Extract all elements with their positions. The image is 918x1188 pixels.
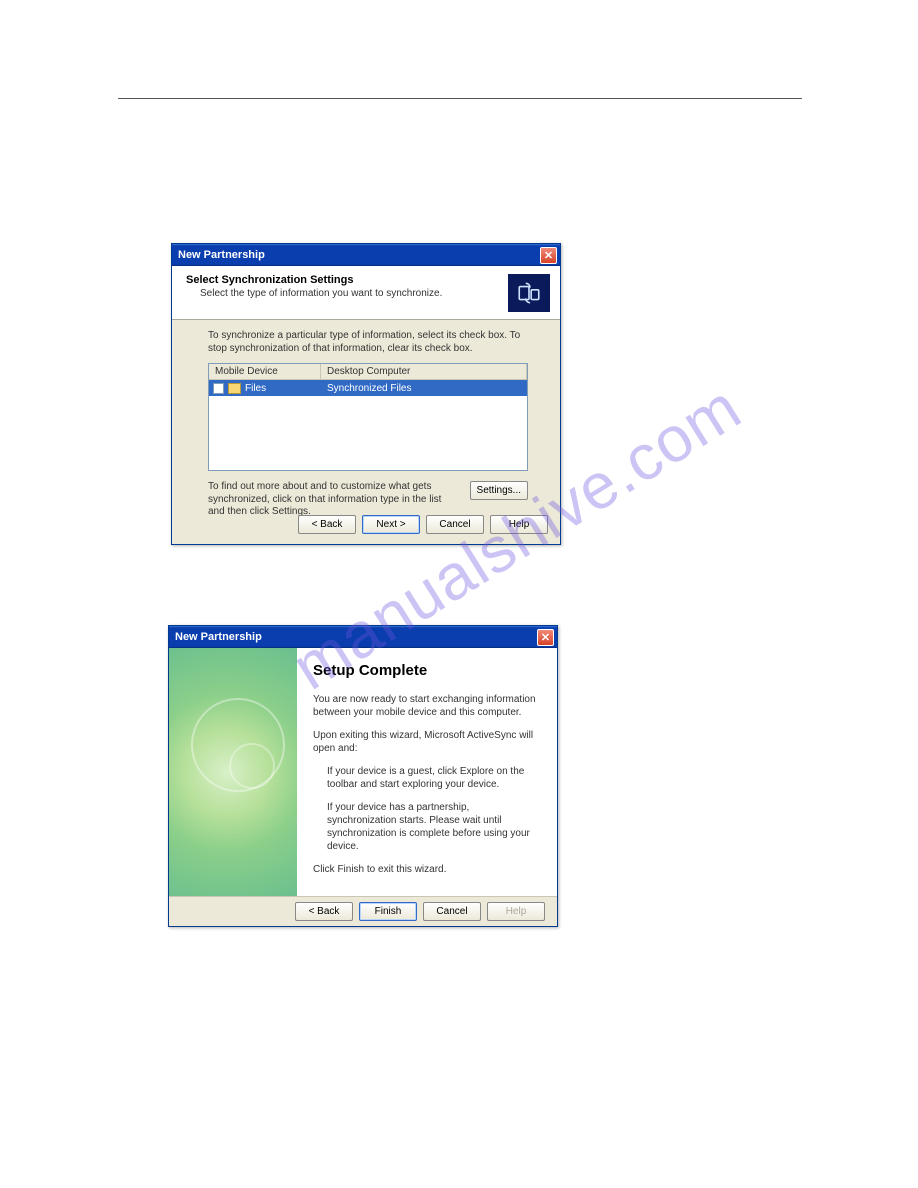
finish-button[interactable]: Finish	[359, 902, 417, 921]
list-header: Mobile Device Desktop Computer	[209, 364, 527, 380]
dialog-header: Select Synchronization Settings Select t…	[172, 266, 560, 320]
help-button: Help	[487, 902, 545, 921]
close-icon[interactable]: ✕	[537, 629, 554, 646]
close-icon[interactable]: ✕	[540, 247, 557, 264]
checkbox-files[interactable]	[213, 383, 224, 394]
header-headline: Select Synchronization Settings	[186, 274, 442, 286]
back-button[interactable]: < Back	[295, 902, 353, 921]
settings-help-text: To find out more about and to customize …	[208, 481, 446, 519]
instructions-text: To synchronize a particular type of info…	[208, 330, 536, 355]
sync-listbox[interactable]: Mobile Device Desktop Computer Files Syn…	[208, 363, 528, 471]
cancel-button[interactable]: Cancel	[426, 515, 484, 534]
wizard-buttons: < Back Next > Cancel Help	[298, 515, 548, 534]
bullet-partnership: If your device has a partnership, synchr…	[313, 801, 541, 853]
titlebar[interactable]: New Partnership ✕	[172, 244, 560, 266]
sync-settings-dialog: New Partnership ✕ Select Synchronization…	[171, 243, 561, 545]
wizard-side-graphic	[169, 648, 297, 898]
cancel-button[interactable]: Cancel	[423, 902, 481, 921]
folder-icon	[228, 383, 241, 394]
para-finish: Click Finish to exit this wizard.	[313, 863, 541, 876]
item-name: Files	[245, 383, 266, 394]
divider-line	[118, 98, 802, 99]
column-desktop-computer[interactable]: Desktop Computer	[321, 364, 527, 379]
para-ready: You are now ready to start exchanging in…	[313, 693, 541, 719]
settings-button[interactable]: Settings...	[470, 481, 528, 500]
item-target: Synchronized Files	[321, 383, 527, 394]
wizard-buttons: < Back Finish Cancel Help	[169, 896, 557, 926]
setup-complete-dialog: New Partnership ✕ Setup Complete You are…	[168, 625, 558, 927]
help-button[interactable]: Help	[490, 515, 548, 534]
setup-complete-heading: Setup Complete	[313, 662, 541, 679]
title-text: New Partnership	[178, 249, 265, 261]
title-text: New Partnership	[175, 631, 262, 643]
para-exit: Upon exiting this wizard, Microsoft Acti…	[313, 729, 541, 755]
next-button[interactable]: Next >	[362, 515, 420, 534]
sync-icon	[508, 274, 550, 312]
bullet-guest: If your device is a guest, click Explore…	[313, 765, 541, 791]
dialog-body: To synchronize a particular type of info…	[172, 320, 560, 523]
dialog-body: Setup Complete You are now ready to star…	[169, 648, 557, 898]
column-mobile-device[interactable]: Mobile Device	[209, 364, 321, 379]
back-button[interactable]: < Back	[298, 515, 356, 534]
list-item-files[interactable]: Files Synchronized Files	[209, 380, 527, 396]
header-sub: Select the type of information you want …	[186, 288, 442, 299]
titlebar[interactable]: New Partnership ✕	[169, 626, 557, 648]
